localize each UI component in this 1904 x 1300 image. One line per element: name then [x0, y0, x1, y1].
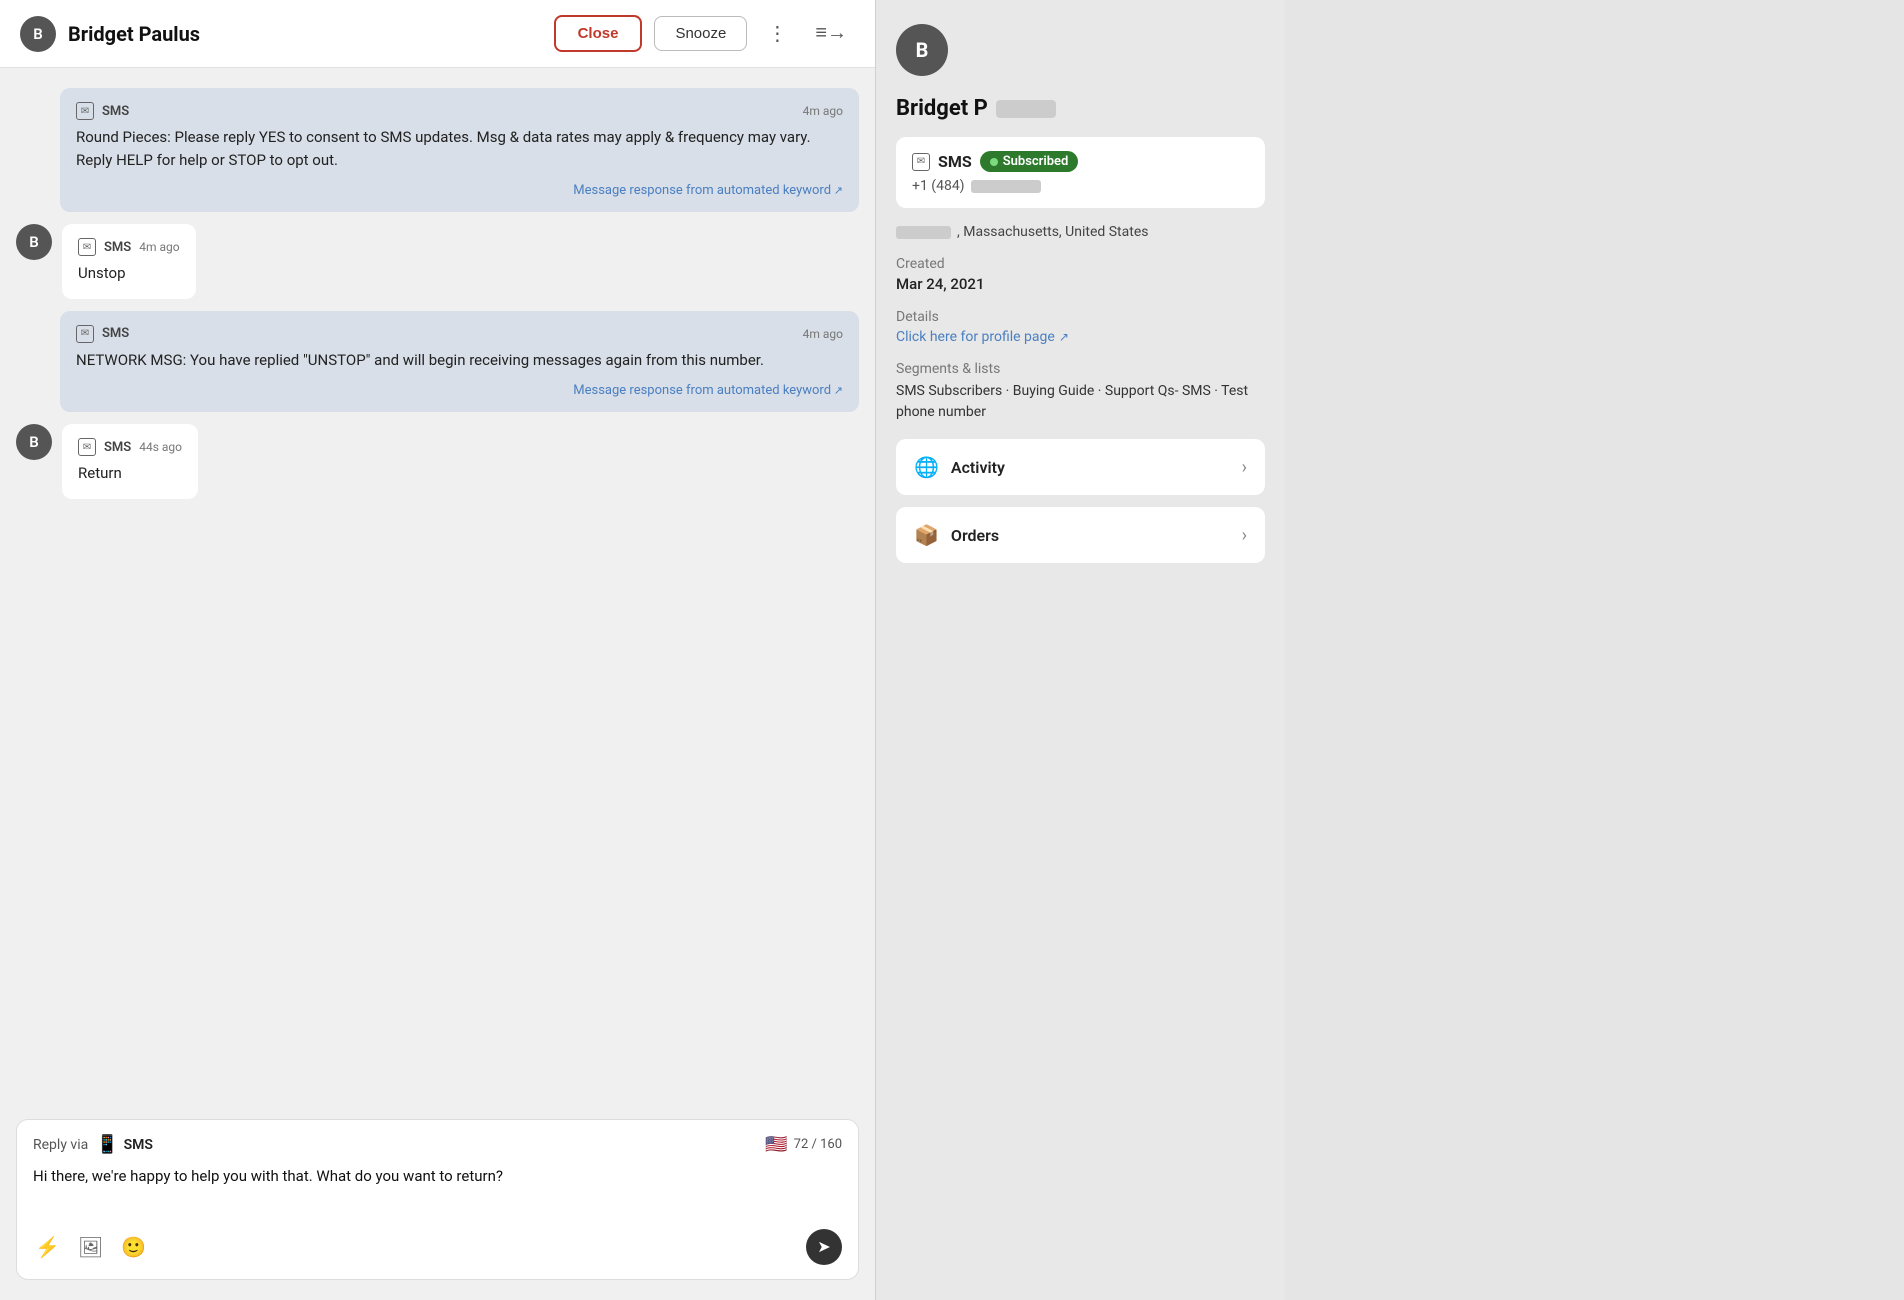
reply-channel-icon: 📱 — [96, 1134, 118, 1155]
sort-button[interactable]: ≡→ — [807, 18, 855, 49]
char-count-value: 72 / 160 — [794, 1137, 842, 1152]
avatar: B — [20, 16, 56, 52]
message-text: Unstop — [78, 262, 180, 285]
location-redacted — [896, 226, 951, 239]
message-time: 4m ago — [803, 327, 843, 341]
quick-reply-button[interactable]: ⚡ — [33, 1233, 62, 1262]
reply-actions: ⚡ 🖼 🙂 ➤ — [33, 1229, 842, 1265]
reply-channel: 📱 SMS — [96, 1134, 153, 1155]
send-icon: ➤ — [817, 1237, 830, 1257]
sms-channel-icon: ✉ — [76, 102, 94, 120]
reply-via-label: Reply via — [33, 1137, 88, 1153]
auto-keyword-link[interactable]: Message response from automated keyword — [573, 383, 843, 398]
sms-label: SMS — [938, 152, 972, 171]
contact-name: Bridget Paulus — [68, 22, 542, 46]
profile-name: Bridget P — [896, 96, 1265, 121]
conversation-header: B Bridget Paulus Close Snooze ⋮ ≡→ — [0, 0, 875, 68]
segments-text: SMS Subscribers · Buying Guide · Support… — [896, 381, 1265, 423]
subscribed-dot — [990, 158, 998, 166]
avatar-small: B — [16, 224, 52, 260]
profile-avatar: B — [896, 24, 948, 76]
profile-header: B — [896, 24, 1265, 76]
chevron-right-icon: › — [1242, 457, 1247, 478]
phone-redacted — [971, 180, 1041, 193]
segments-section: Segments & lists SMS Subscribers · Buyin… — [896, 361, 1265, 423]
sms-subscription-card: ✉ SMS Subscribed +1 (484) — [896, 137, 1265, 208]
activity-icon: 🌐 — [914, 455, 939, 479]
message-item: B ✉ SMS 44s ago Return — [16, 424, 859, 499]
channel-label: SMS — [102, 104, 129, 119]
orders-card[interactable]: 📦 Orders › — [896, 507, 1265, 563]
more-options-button[interactable]: ⋮ — [759, 17, 795, 50]
send-button[interactable]: ➤ — [806, 1229, 842, 1265]
created-label: Created — [896, 256, 1265, 272]
messages-area: ✉ SMS 4m ago Round Pieces: Please reply … — [0, 68, 875, 1107]
orders-icon: 📦 — [914, 523, 939, 547]
channel-label: SMS — [102, 326, 129, 341]
flag-icon: 🇺🇸 — [765, 1134, 787, 1155]
activity-card[interactable]: 🌐 Activity › — [896, 439, 1265, 495]
message-item: ✉ SMS 4m ago NETWORK MSG: You have repli… — [16, 311, 859, 413]
message-bubble: ✉ SMS 4m ago NETWORK MSG: You have repli… — [60, 311, 859, 413]
activity-label: Activity — [951, 458, 1230, 477]
subscribed-badge: Subscribed — [980, 151, 1079, 172]
details-label: Details — [896, 309, 1265, 325]
message-bubble: ✉ SMS 4m ago Round Pieces: Please reply … — [60, 88, 859, 212]
details-section: Details Click here for profile page — [896, 309, 1265, 345]
message-header: ✉ SMS 4m ago — [76, 102, 843, 120]
right-sidebar: B Bridget P ✉ SMS Subscribed +1 (484) , … — [875, 0, 1285, 1300]
close-button[interactable]: Close — [554, 15, 643, 52]
channel-label: SMS — [104, 440, 131, 455]
message-text: Return — [78, 462, 182, 485]
message-time: 4m ago — [803, 104, 843, 118]
message-header: ✉ SMS 4m ago — [78, 238, 180, 256]
reply-header: Reply via 📱 SMS 🇺🇸 72 / 160 — [33, 1134, 842, 1155]
orders-label: Orders — [951, 526, 1230, 545]
message-header: ✉ SMS 44s ago — [78, 438, 182, 456]
auto-keyword-link[interactable]: Message response from automated keyword — [573, 183, 843, 198]
message-text: Round Pieces: Please reply YES to consen… — [76, 126, 843, 171]
sort-icon: ≡→ — [815, 22, 847, 45]
message-item: B ✉ SMS 4m ago Unstop — [16, 224, 859, 299]
location-row: , Massachusetts, United States — [896, 224, 1265, 240]
segments-label: Segments & lists — [896, 361, 1265, 377]
created-date: Mar 24, 2021 — [896, 275, 1265, 293]
message-text: NETWORK MSG: You have replied "UNSTOP" a… — [76, 349, 843, 372]
chevron-right-icon: › — [1242, 525, 1247, 546]
snooze-button[interactable]: Snooze — [654, 16, 747, 51]
message-header: ✉ SMS 4m ago — [76, 325, 843, 343]
reply-box: Reply via 📱 SMS 🇺🇸 72 / 160 Hi there, we… — [16, 1119, 859, 1280]
more-icon: ⋮ — [767, 21, 787, 46]
conversation-panel: B Bridget Paulus Close Snooze ⋮ ≡→ ✉ SMS… — [0, 0, 875, 1300]
char-count: 🇺🇸 72 / 160 — [765, 1134, 842, 1155]
sms-icon: ✉ — [912, 153, 930, 171]
image-button[interactable]: 🖼 — [76, 1233, 105, 1262]
location-text: , Massachusetts, United States — [957, 224, 1148, 240]
created-section: Created Mar 24, 2021 — [896, 256, 1265, 293]
message-time: 44s ago — [139, 440, 182, 454]
subscribed-label: Subscribed — [1003, 154, 1069, 169]
reply-channel-label: SMS — [124, 1137, 153, 1153]
profile-page-link[interactable]: Click here for profile page — [896, 329, 1265, 345]
name-redacted — [996, 100, 1056, 118]
sms-card-header: ✉ SMS Subscribed — [912, 151, 1249, 172]
outgoing-bubble: ✉ SMS 4m ago Unstop — [62, 224, 196, 299]
phone-number: +1 (484) — [912, 178, 1249, 194]
outgoing-bubble: ✉ SMS 44s ago Return — [62, 424, 198, 499]
avatar-small: B — [16, 424, 52, 460]
emoji-button[interactable]: 🙂 — [119, 1233, 148, 1262]
message-time: 4m ago — [139, 240, 179, 254]
channel-label: SMS — [104, 240, 131, 255]
sms-channel-icon: ✉ — [76, 325, 94, 343]
sms-channel-icon: ✉ — [78, 438, 96, 456]
reply-textarea[interactable]: Hi there, we're happy to help you with t… — [33, 1165, 842, 1215]
message-item: ✉ SMS 4m ago Round Pieces: Please reply … — [16, 88, 859, 212]
sms-channel-icon: ✉ — [78, 238, 96, 256]
